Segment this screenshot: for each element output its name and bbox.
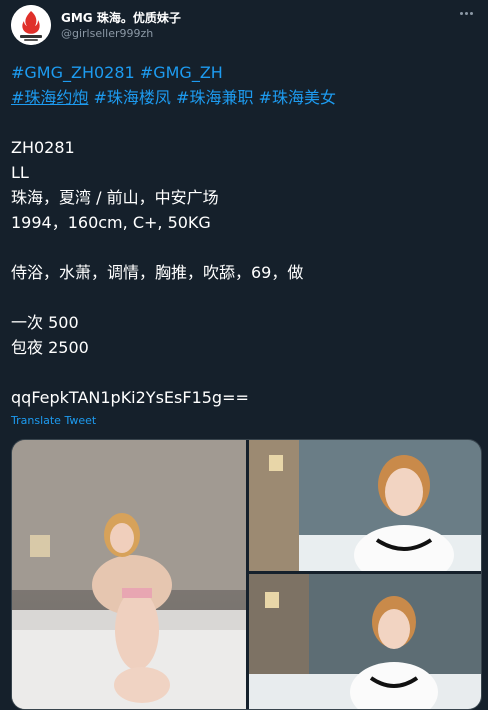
hashtag-link[interactable]: #珠海美女	[259, 88, 336, 107]
hashtag-line-1: #GMG_ZH0281 #GMG_ZH	[11, 60, 481, 85]
author-display-name[interactable]: GMG 珠海。优质妹子	[61, 9, 181, 26]
media-grid	[11, 439, 482, 710]
tweet-line-code: ZH0281	[11, 138, 75, 157]
hashtag-link[interactable]: #珠海兼职	[176, 88, 253, 107]
tweet-line-price-once: 一次 500	[11, 313, 79, 332]
hashtag-link[interactable]: #GMG_ZH	[140, 63, 223, 82]
hashtag-link[interactable]: #GMG_ZH0281	[11, 63, 135, 82]
tweet-photo-3[interactable]	[249, 574, 481, 709]
hashtag-link[interactable]: #珠海约炮	[11, 88, 88, 107]
hashtag-line-2: #珠海约炮 #珠海楼凤 #珠海兼职 #珠海美女	[11, 85, 481, 110]
avatar-logo-image	[11, 5, 51, 45]
tweet-text: #GMG_ZH0281 #GMG_ZH #珠海约炮 #珠海楼凤 #珠海兼职 #珠…	[11, 60, 481, 410]
avatar[interactable]	[11, 5, 51, 45]
more-horizontal-icon[interactable]	[454, 5, 478, 21]
author-handle[interactable]: @girlseller999zh	[61, 27, 153, 40]
translate-tweet-link[interactable]: Translate Tweet	[11, 414, 96, 427]
hashtag-link[interactable]: #珠海楼凤	[94, 88, 171, 107]
tweet-line-name: LL	[11, 163, 29, 182]
tweet-header: GMG 珠海。优质妹子 @girlseller999zh	[0, 0, 488, 52]
tweet-line-hash: qqFepkTAN1pKi2YsEsF15g==	[11, 388, 249, 407]
tweet-line-services: 侍浴，水萧，调情，胸推，吹舔，69，做	[11, 263, 304, 282]
tweet-line-price-night: 包夜 2500	[11, 338, 89, 357]
tweet-photo-2[interactable]	[249, 440, 481, 571]
tweet-line-location: 珠海，夏湾 / 前山，中安广场	[11, 188, 219, 207]
tweet-photo-1[interactable]	[12, 440, 246, 709]
tweet-line-stats: 1994，160cm, C+, 50KG	[11, 213, 211, 232]
